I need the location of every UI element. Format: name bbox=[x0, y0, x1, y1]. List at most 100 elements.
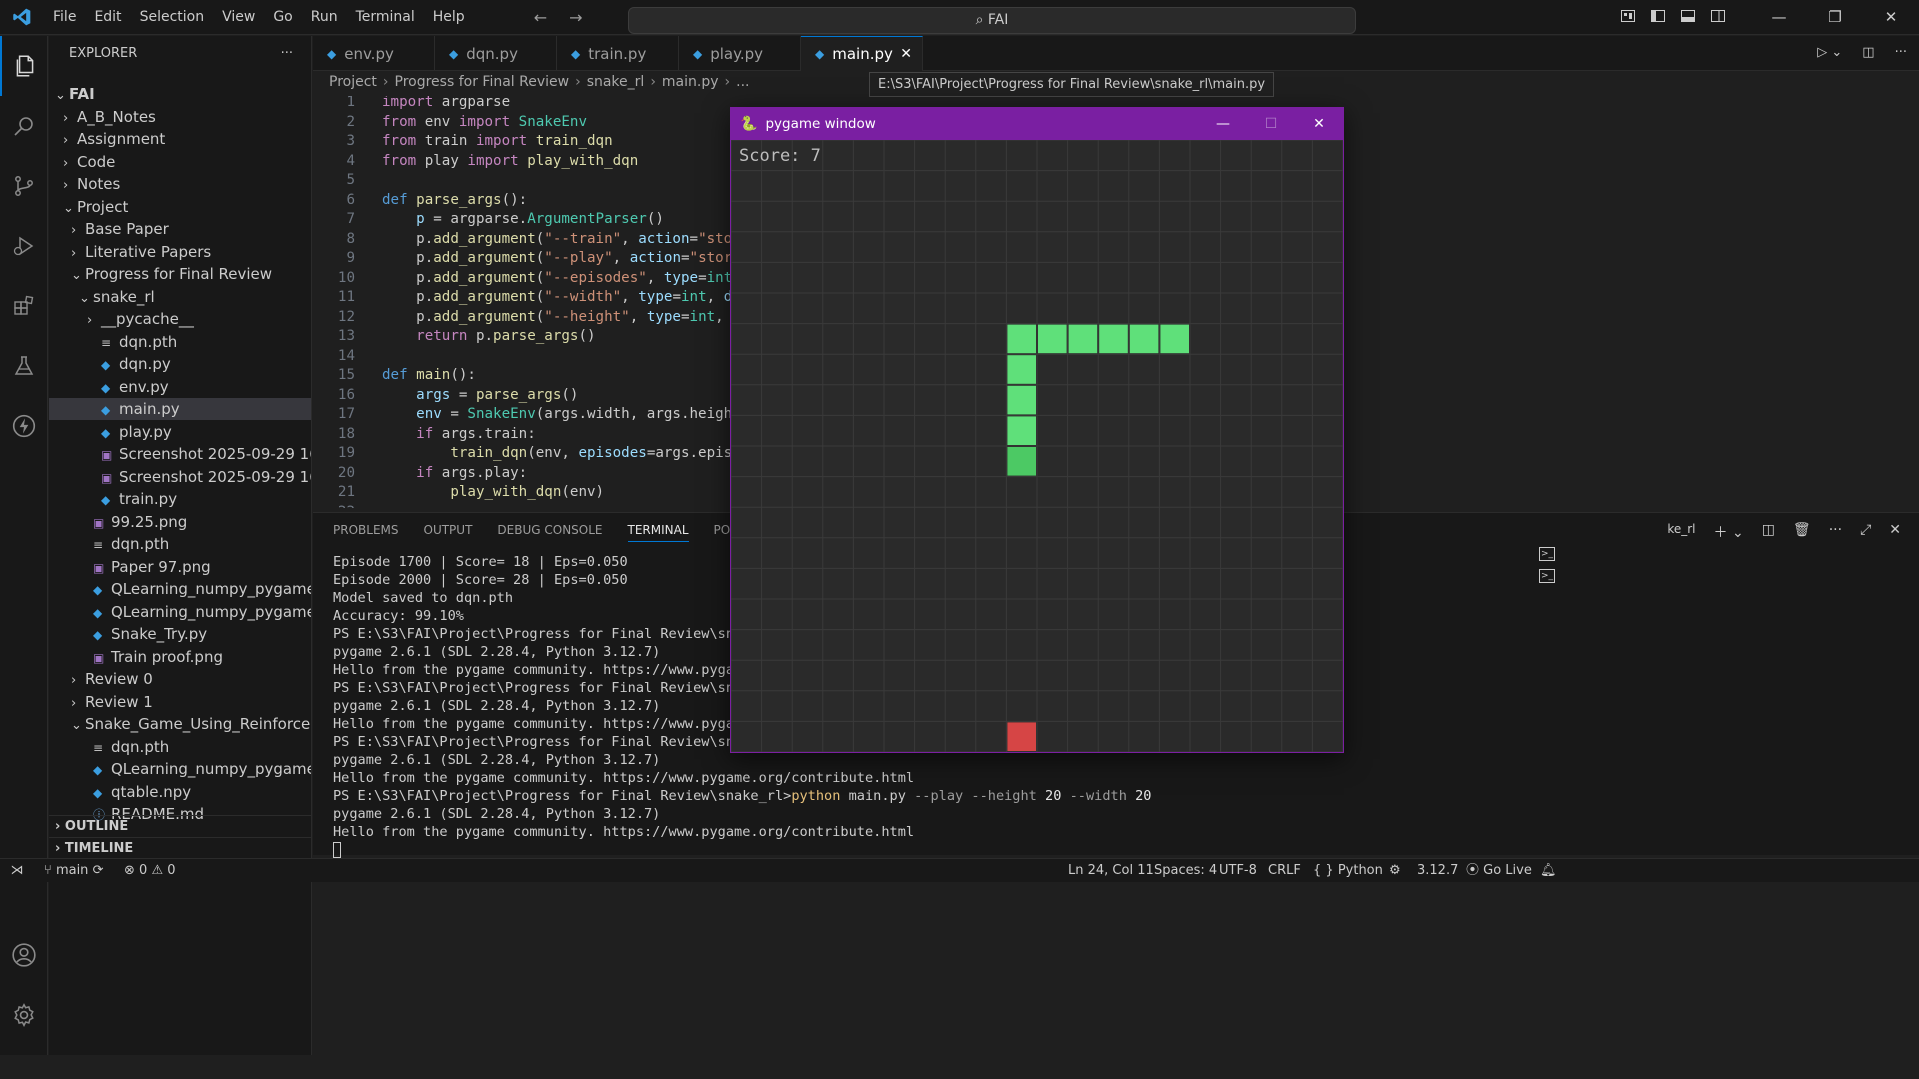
indentation[interactable]: Spaces: 4 bbox=[1154, 859, 1217, 882]
menu-edit[interactable]: Edit bbox=[85, 0, 130, 35]
tree-file[interactable]: ◆ train.py bbox=[49, 488, 311, 510]
tree-folder[interactable]: ⌄ Progress for Final Review bbox=[49, 263, 311, 285]
tree-folder[interactable]: ⌄ Project bbox=[49, 196, 311, 218]
go-live-button[interactable]: ⦿ Go Live bbox=[1466, 859, 1532, 882]
tree-file[interactable]: ◆ dqn.py bbox=[49, 353, 311, 375]
menu-view[interactable]: View bbox=[213, 0, 264, 35]
problems-indicator[interactable]: ⊗ 0 ⚠ 0 bbox=[124, 859, 176, 882]
end-of-line[interactable]: CRLF bbox=[1268, 859, 1301, 882]
account-icon[interactable] bbox=[0, 925, 48, 985]
source-control-icon[interactable] bbox=[0, 156, 48, 216]
tree-file[interactable]: ▣ Screenshot 2025-09-29 162530.p... bbox=[49, 466, 311, 488]
run-debug-icon[interactable] bbox=[0, 216, 48, 276]
menu-file[interactable]: File bbox=[44, 0, 85, 35]
tree-file[interactable]: ◆ Snake_Try.py bbox=[49, 623, 311, 645]
tree-file[interactable]: ≡ dqn.pth bbox=[49, 533, 311, 555]
panel-tab-debug-console[interactable]: DEBUG CONSOLE bbox=[497, 523, 602, 542]
pygame-close-icon[interactable]: ✕ bbox=[1295, 108, 1343, 140]
panel-tab-problems[interactable]: PROBLEMS bbox=[333, 523, 399, 542]
thunder-client-icon[interactable] bbox=[0, 396, 48, 456]
minimize-icon[interactable]: — bbox=[1751, 0, 1807, 35]
tree-file[interactable]: ◆ main.py bbox=[49, 398, 311, 420]
tree-folder[interactable]: › Assignment bbox=[49, 128, 311, 150]
split-editor-icon[interactable]: ◫ bbox=[1862, 45, 1874, 60]
tree-folder[interactable]: › __pycache__ bbox=[49, 308, 311, 330]
pygame-minimize-icon[interactable]: — bbox=[1199, 108, 1247, 140]
menu-terminal[interactable]: Terminal bbox=[347, 0, 424, 35]
tree-folder[interactable]: ⌄ snake_rl bbox=[49, 286, 311, 308]
remote-indicator-icon[interactable]: ⋊ bbox=[0, 859, 34, 882]
breadcrumb-item[interactable]: Progress for Final Review bbox=[395, 74, 570, 94]
tree-folder[interactable]: ⌄Snake_Game_Using_Reinforcement_... bbox=[49, 713, 311, 735]
maximize-panel-icon[interactable]: ⤢ bbox=[1860, 522, 1871, 542]
testing-flask-icon[interactable] bbox=[0, 336, 48, 396]
toggle-secondary-sidebar-icon[interactable] bbox=[1710, 8, 1726, 24]
restore-icon[interactable]: ❐ bbox=[1807, 0, 1863, 35]
tree-folder[interactable]: ⌄ FAI bbox=[49, 83, 311, 105]
tab-env-py[interactable]: ◆ env.py bbox=[313, 36, 435, 71]
tree-folder[interactable]: › Review 1 bbox=[49, 691, 311, 713]
encoding[interactable]: UTF-8 bbox=[1219, 859, 1257, 882]
menu-selection[interactable]: Selection bbox=[131, 0, 214, 35]
tree-file[interactable]: ▣ Screenshot 2025-09-29 162511.p... bbox=[49, 443, 311, 465]
panel-tab-terminal[interactable]: TERMINAL bbox=[627, 523, 689, 542]
forward-arrow-icon[interactable]: → bbox=[569, 8, 582, 27]
language-mode[interactable]: { } Python bbox=[1313, 859, 1383, 882]
toggle-sidebar-icon[interactable] bbox=[1650, 8, 1666, 24]
tree-file[interactable]: ▣ Paper 97.png bbox=[49, 556, 311, 578]
close-tab-icon[interactable]: ✕ bbox=[900, 46, 912, 62]
notifications-bell-icon[interactable]: 🔔︎ bbox=[1540, 859, 1557, 882]
close-panel-icon[interactable]: ✕ bbox=[1889, 522, 1901, 542]
snake-game-board[interactable] bbox=[731, 140, 1343, 752]
more-actions-icon[interactable]: ··· bbox=[281, 46, 293, 61]
timeline-section[interactable]: › TIMELINE bbox=[49, 837, 311, 859]
tree-file[interactable]: ▣ 99.25.png bbox=[49, 511, 311, 533]
cursor-position[interactable]: Ln 24, Col 11 bbox=[1068, 859, 1154, 882]
copilot-icon[interactable]: ⚙ bbox=[1389, 859, 1401, 882]
breadcrumb-item[interactable]: snake_rl bbox=[587, 74, 645, 94]
tree-folder[interactable]: › Notes bbox=[49, 173, 311, 195]
tree-folder[interactable]: › Literative Papers bbox=[49, 241, 311, 263]
tree-file[interactable]: ◆ QLearning_numpy_pygame_Accur... bbox=[49, 758, 311, 780]
tree-file[interactable]: ◆ qtable.npy bbox=[49, 781, 311, 803]
more-actions-icon[interactable]: ··· bbox=[1829, 522, 1842, 542]
settings-gear-icon[interactable] bbox=[0, 985, 48, 1045]
breadcrumb-item[interactable]: Project bbox=[329, 74, 377, 94]
terminal-instance-icon[interactable]: >_ bbox=[1539, 547, 1555, 561]
command-center-search[interactable]: ⌕ FAI bbox=[628, 7, 1356, 34]
explorer-icon[interactable] bbox=[0, 36, 48, 96]
run-python-file-icon[interactable]: ▷ ⌄ bbox=[1817, 45, 1842, 60]
tree-file[interactable]: ◆ play.py bbox=[49, 421, 311, 443]
split-terminal-icon[interactable]: ◫ bbox=[1762, 522, 1775, 542]
git-branch[interactable]: ⑂ main ⟳ bbox=[44, 859, 103, 882]
tree-file[interactable]: ≡ dqn.pth bbox=[49, 736, 311, 758]
panel-tab-output[interactable]: OUTPUT bbox=[424, 523, 473, 542]
close-icon[interactable]: ✕ bbox=[1863, 0, 1919, 35]
menu-go[interactable]: Go bbox=[264, 0, 301, 35]
tree-file[interactable]: ◆ QLearning_numpy_pygame_Accur... bbox=[49, 578, 311, 600]
tab-dqn-py[interactable]: ◆ dqn.py bbox=[435, 36, 557, 71]
tab-train-py[interactable]: ◆ train.py bbox=[557, 36, 679, 71]
pygame-maximize-icon[interactable]: ☐ bbox=[1247, 108, 1295, 140]
kill-terminal-trash-icon[interactable]: 🗑 bbox=[1793, 522, 1811, 542]
terminal-instance-icon[interactable]: >_ bbox=[1539, 569, 1555, 583]
toggle-panel-icon[interactable] bbox=[1680, 8, 1696, 24]
extensions-icon[interactable] bbox=[0, 276, 48, 336]
tree-folder[interactable]: › Review 0 bbox=[49, 668, 311, 690]
back-arrow-icon[interactable]: ← bbox=[534, 8, 547, 27]
new-terminal-icon[interactable]: ＋ ⌄ bbox=[1714, 522, 1744, 542]
breadcrumb-item[interactable]: ... bbox=[736, 74, 749, 94]
menu-run[interactable]: Run bbox=[302, 0, 347, 35]
code-editor[interactable]: 1 import argparse 2 from env import SnakeEn… bbox=[313, 96, 733, 508]
terminal-name[interactable]: ke_rl bbox=[1667, 522, 1695, 542]
customize-layout-icon[interactable] bbox=[1620, 8, 1636, 24]
tree-file[interactable]: ≡ dqn.pth bbox=[49, 331, 311, 353]
breadcrumb-item[interactable]: main.py bbox=[662, 74, 719, 94]
tree-file[interactable]: ◆ env.py bbox=[49, 376, 311, 398]
more-actions-icon[interactable]: ··· bbox=[1895, 45, 1907, 60]
tree-folder[interactable]: › Base Paper bbox=[49, 218, 311, 240]
tab-main-py[interactable]: ◆ main.py ✕ bbox=[801, 36, 923, 71]
tab-play-py[interactable]: ◆ play.py bbox=[679, 36, 801, 71]
tree-folder[interactable]: › A_B_Notes bbox=[49, 106, 311, 128]
pygame-title-bar[interactable]: 🐍 pygame window — ☐ ✕ bbox=[731, 108, 1343, 140]
